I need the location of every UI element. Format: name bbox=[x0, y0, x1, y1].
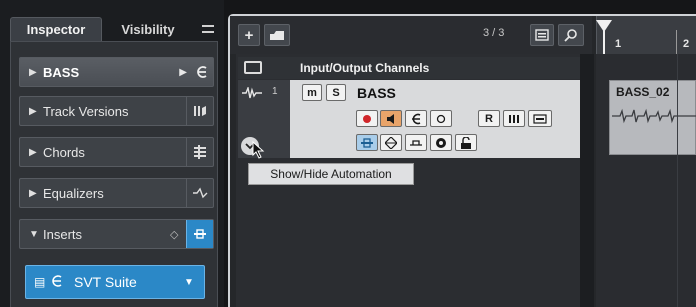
speaker-icon bbox=[387, 113, 394, 124]
lanes-button[interactable] bbox=[430, 110, 452, 127]
mute-button[interactable]: m bbox=[302, 84, 322, 101]
event-name: BASS_02 bbox=[616, 85, 670, 99]
monitor-button[interactable] bbox=[380, 110, 402, 127]
folder-track-name: Input/Output Channels bbox=[300, 61, 430, 75]
sends-state-button[interactable] bbox=[405, 134, 427, 151]
section-label: Track Versions bbox=[43, 103, 129, 119]
tape-icon bbox=[533, 113, 547, 124]
bar-marker bbox=[676, 30, 677, 54]
caret-icon[interactable]: ▶ bbox=[179, 67, 187, 78]
eq-diamond-icon bbox=[385, 136, 397, 149]
write-automation-button[interactable] bbox=[503, 110, 525, 127]
list-icon bbox=[535, 29, 549, 41]
sends-icon bbox=[410, 139, 422, 146]
tooltip-text: Show/Hide Automation bbox=[270, 167, 392, 181]
add-track-button[interactable]: + bbox=[238, 24, 260, 46]
read-automation-button[interactable]: R bbox=[478, 110, 500, 127]
presets-icon bbox=[270, 31, 284, 40]
chevron-down-icon[interactable]: ▼ bbox=[184, 277, 204, 288]
chords-icon[interactable] bbox=[186, 138, 213, 166]
track-number: 1 bbox=[272, 86, 278, 97]
write-icon bbox=[509, 114, 519, 123]
divider bbox=[580, 54, 594, 307]
solo-button[interactable]: S bbox=[326, 84, 346, 101]
cursor-line bbox=[603, 30, 605, 54]
collapse-arrow-icon[interactable]: ▼ bbox=[29, 229, 43, 240]
track-presets-button[interactable] bbox=[264, 24, 290, 46]
lock-button[interactable] bbox=[455, 134, 477, 151]
ruler-bar-2: 2 bbox=[683, 38, 690, 50]
folder-track-row[interactable]: Input/Output Channels bbox=[238, 57, 580, 79]
expand-arrow-icon[interactable]: ▶ bbox=[29, 67, 43, 78]
section-label: Equalizers bbox=[43, 185, 104, 201]
insert-slot-svt-suite[interactable]: ▤ SVT Suite ▼ bbox=[25, 265, 205, 299]
tape-button[interactable] bbox=[528, 110, 552, 127]
channel-settings-button[interactable] bbox=[430, 134, 452, 151]
record-icon bbox=[363, 114, 371, 123]
versions-icon[interactable] bbox=[186, 97, 213, 125]
inserts-icon bbox=[361, 137, 373, 148]
edit-channel-button[interactable] bbox=[405, 110, 427, 127]
equalizer-icon[interactable] bbox=[186, 179, 213, 207]
tab-visibility[interactable]: Visibility bbox=[102, 18, 194, 40]
slot-menu-icon[interactable]: ▤ bbox=[34, 275, 48, 289]
section-label: Inserts bbox=[43, 226, 83, 242]
plugin-name: SVT Suite bbox=[74, 274, 137, 290]
inspector-track-section[interactable]: ▶ BASS ▶ bbox=[19, 57, 214, 87]
settings-icon bbox=[436, 137, 446, 148]
grid-line bbox=[677, 54, 678, 307]
track-name[interactable]: BASS bbox=[357, 85, 396, 101]
record-enable-button[interactable] bbox=[356, 110, 378, 127]
section-label: Chords bbox=[43, 144, 85, 160]
section-inserts[interactable]: ▼ Inserts ◇ bbox=[19, 219, 214, 249]
expand-arrow-icon[interactable]: ▶ bbox=[29, 147, 43, 158]
track-count: 3 / 3 bbox=[483, 27, 505, 39]
inspector-track-name: BASS bbox=[43, 64, 80, 80]
circle-icon bbox=[436, 114, 446, 123]
lock-icon bbox=[461, 136, 471, 149]
search-icon bbox=[564, 29, 577, 42]
mouse-cursor-icon bbox=[252, 140, 266, 159]
section-equalizers[interactable]: ▶ Equalizers bbox=[19, 178, 214, 208]
eq-state-button[interactable] bbox=[380, 134, 402, 151]
section-track-versions[interactable]: ▶ Track Versions bbox=[19, 96, 214, 126]
inserts-icon[interactable] bbox=[186, 220, 213, 248]
waveform-icon bbox=[612, 102, 696, 130]
search-button[interactable] bbox=[558, 24, 584, 46]
section-chords[interactable]: ▶ Chords bbox=[19, 137, 214, 167]
ruler-bar-1: 1 bbox=[615, 38, 622, 50]
tab-inspector[interactable]: Inspector bbox=[10, 17, 102, 41]
edit-plugin-icon[interactable] bbox=[50, 274, 68, 291]
folder-icon[interactable] bbox=[244, 61, 262, 74]
expand-arrow-icon[interactable]: ▶ bbox=[29, 188, 43, 199]
audio-track-icon bbox=[242, 85, 262, 99]
list-view-button[interactable] bbox=[530, 24, 554, 46]
expand-arrow-icon[interactable]: ▶ bbox=[29, 106, 43, 117]
edit-instrument-icon[interactable] bbox=[191, 58, 213, 86]
inserts-state-button[interactable] bbox=[356, 134, 378, 151]
edit-icon bbox=[412, 113, 421, 124]
bypass-icon[interactable]: ◇ bbox=[170, 228, 186, 241]
hamburger-icon[interactable] bbox=[198, 18, 218, 40]
tooltip: Show/Hide Automation bbox=[248, 163, 414, 185]
